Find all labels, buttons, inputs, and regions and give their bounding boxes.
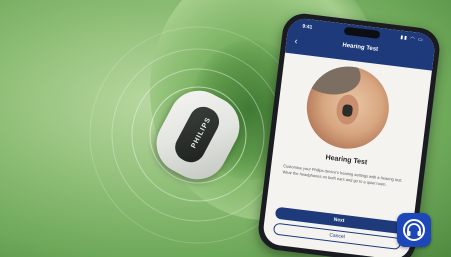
headphones-icon-band — [407, 223, 421, 232]
headphones-icon-left-cup — [407, 231, 411, 236]
status-icons: ▮▮ ◠ ▭ — [400, 34, 424, 44]
product-scene: PHILIPS 9:41 ▮▮ ◠ ▭ ‹ Hearing Test Heari… — [0, 0, 451, 257]
status-time: 9:41 — [301, 23, 313, 31]
headphones-icon — [403, 219, 425, 241]
hearing-test-photo — [302, 61, 394, 154]
app-icon[interactable] — [397, 213, 431, 247]
phone-notch — [343, 26, 381, 39]
headphones-icon-right-cup — [417, 231, 421, 236]
photo-hair — [302, 61, 363, 98]
headphones-icon-ring — [403, 219, 425, 241]
